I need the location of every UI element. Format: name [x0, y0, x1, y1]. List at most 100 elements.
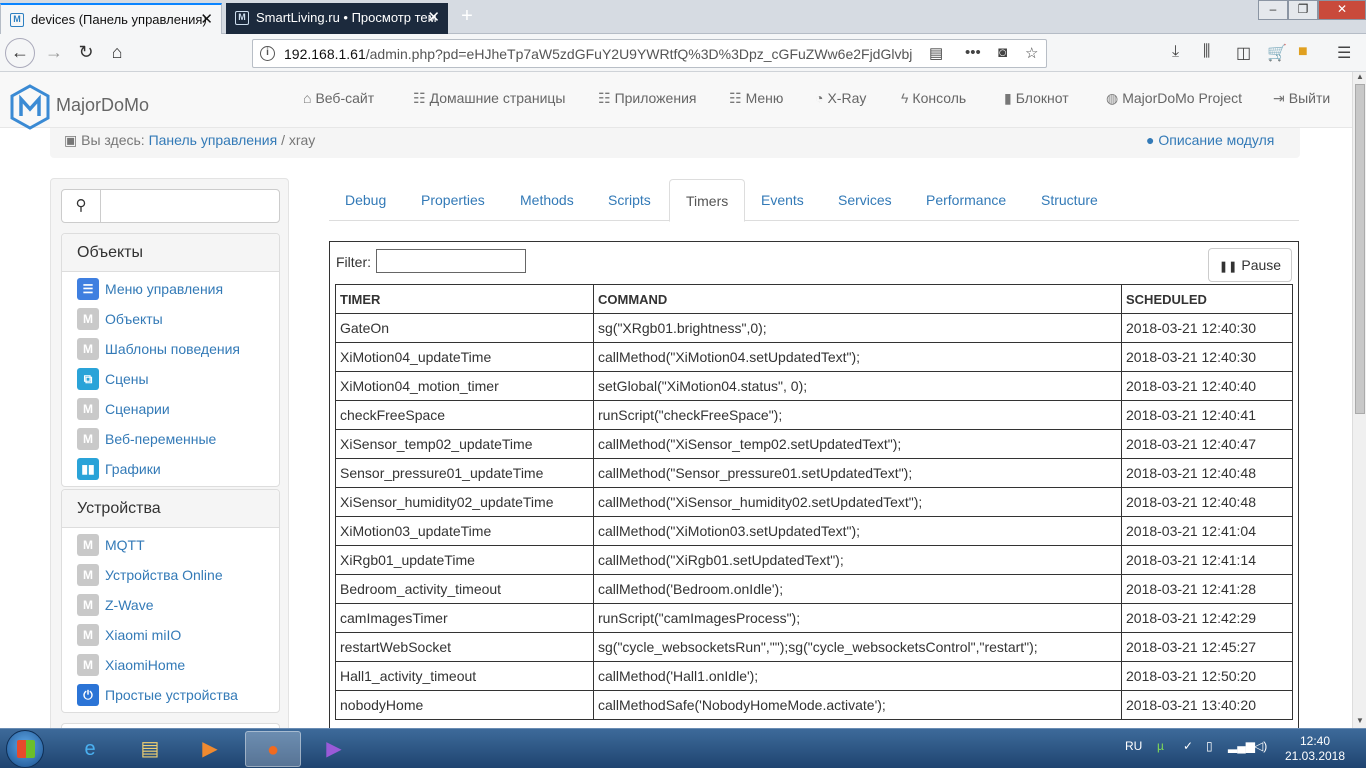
- panel-items: ☰ Меню управления M Объекты M Шаблоны повед…: [62, 272, 279, 486]
- table-body: GateOn sg("XRgb01.brightness",0); 2018-03-…: [335, 313, 1293, 720]
- sidebar-item-xiaomihome[interactable]: M XiaomiHome: [62, 650, 279, 680]
- menu-label: Веб-сайт: [315, 90, 375, 106]
- minimize-window-button[interactable]: –: [1258, 0, 1288, 20]
- tab-structure[interactable]: Structure: [1025, 179, 1114, 221]
- browser-tab-smartliving[interactable]: M SmartLiving.ru • Просмотр тем ✕: [226, 3, 448, 34]
- cell-command: setGlobal("XiMotion04.status", 0);: [593, 371, 1122, 401]
- tab-debug[interactable]: Debug: [329, 179, 402, 221]
- new-tab-button[interactable]: +: [456, 3, 478, 31]
- menu-home-pages[interactable]: ☷ Домашние страницы: [413, 90, 565, 107]
- chart-icon: ▮▮: [77, 458, 99, 480]
- volume-icon[interactable]: ◁): [1254, 739, 1267, 753]
- extension-icon[interactable]: ■: [1298, 43, 1308, 61]
- tab-properties[interactable]: Properties: [405, 179, 501, 221]
- visual-studio-icon: ▶: [326, 738, 342, 760]
- sidebar-item-scenes[interactable]: ⧉ Сцены: [62, 364, 279, 394]
- menu-website[interactable]: ⌂ Веб-сайт: [303, 90, 374, 106]
- taskbar-explorer[interactable]: ▤: [122, 731, 178, 767]
- hamburger-menu-icon[interactable]: ☰: [1337, 43, 1351, 63]
- reload-button[interactable]: ↻: [72, 39, 100, 67]
- browser-tab-devices[interactable]: M devices (Панель управления) ✕: [0, 3, 222, 34]
- browser-tab-bar: M devices (Панель управления) ✕ M SmartL…: [0, 0, 1366, 34]
- close-window-button[interactable]: ✕: [1318, 0, 1366, 20]
- menu-console[interactable]: ϟ Консоль: [901, 90, 966, 106]
- scroll-down-icon[interactable]: ▼: [1354, 716, 1366, 728]
- info-icon[interactable]: i: [260, 46, 275, 61]
- bookmark-star-icon[interactable]: ☆: [1025, 44, 1038, 62]
- cart-icon[interactable]: 🛒: [1267, 43, 1287, 63]
- menu-logout[interactable]: ⇥ Выйти: [1273, 90, 1330, 107]
- forward-button[interactable]: →: [40, 39, 68, 67]
- scroll-up-icon[interactable]: ▲: [1354, 72, 1366, 84]
- module-description-link[interactable]: ● Описание модуля: [1146, 132, 1274, 148]
- taskbar-ie[interactable]: e: [62, 731, 118, 767]
- sidebar-item-behavior-templates[interactable]: M Шаблоны поведения: [62, 334, 279, 364]
- pocket-icon[interactable]: ◙: [998, 44, 1007, 61]
- taskbar-clock[interactable]: 12:40 21.03.2018: [1280, 734, 1350, 764]
- brand-name[interactable]: MajorDoMo: [56, 95, 149, 116]
- grid-icon: ☷: [729, 90, 742, 106]
- menu-apps[interactable]: ☷ Приложения: [598, 90, 696, 107]
- sidebar-item-devices-online[interactable]: M Устройства Online: [62, 560, 279, 590]
- page-scrollbar[interactable]: ▲ ▼: [1352, 72, 1366, 728]
- menu-menu[interactable]: ☷ Меню: [729, 90, 783, 107]
- sidebar-item-web-variables[interactable]: M Веб-переменные: [62, 424, 279, 454]
- bolt-icon: ϟ: [901, 90, 909, 106]
- restore-window-button[interactable]: ❐: [1288, 0, 1318, 20]
- sidebar-item-simple-devices[interactable]: ⏻ Простые устройства: [62, 680, 279, 710]
- search-input[interactable]: [100, 189, 280, 223]
- timers-table: TIMER COMMAND SCHEDULED GateOn sg("XRgb01…: [335, 284, 1293, 720]
- dashboard-icon: ◔: [815, 90, 824, 106]
- close-tab-icon[interactable]: ✕: [200, 5, 213, 34]
- sidebar-toggle-icon[interactable]: ◫: [1236, 43, 1251, 63]
- tab-services[interactable]: Services: [822, 179, 908, 221]
- close-tab-icon[interactable]: ✕: [427, 3, 440, 33]
- majordomo-logo-icon[interactable]: [10, 84, 50, 130]
- library-icon[interactable]: ⫼: [1203, 43, 1210, 61]
- tab-events[interactable]: Events: [745, 179, 820, 221]
- filter-input[interactable]: [376, 249, 526, 273]
- taskbar-firefox[interactable]: ●: [245, 731, 301, 767]
- menu-label: Выйти: [1288, 90, 1331, 106]
- menu-label: Консоль: [912, 90, 967, 106]
- menu-xray[interactable]: ◔ X-Ray: [815, 90, 866, 106]
- sidebar-item-control-menu[interactable]: ☰ Меню управления: [62, 274, 279, 304]
- taskbar-media-player[interactable]: ▶: [182, 731, 238, 767]
- menu-notebook[interactable]: ▮ Блокнот: [1004, 90, 1069, 107]
- reader-view-icon[interactable]: ▤: [929, 44, 943, 62]
- cell-timer: XiSensor_humidity02_updateTime: [335, 487, 594, 517]
- downloads-icon[interactable]: ⤓: [1172, 43, 1179, 61]
- question-icon: ●: [1146, 132, 1159, 148]
- tray-status-icon[interactable]: ✓: [1183, 739, 1193, 753]
- sidebar-item-objects[interactable]: M Объекты: [62, 304, 279, 334]
- back-button[interactable]: ←: [5, 38, 35, 68]
- home-button[interactable]: ⌂: [103, 39, 131, 67]
- search-button[interactable]: ⚲: [61, 189, 101, 223]
- sidebar-item-mqtt[interactable]: M MQTT: [62, 530, 279, 560]
- pause-icon: ❚❚: [1218, 261, 1238, 273]
- utorrent-icon[interactable]: µ: [1157, 739, 1164, 753]
- more-actions-icon[interactable]: •••: [965, 44, 981, 61]
- sidebar-item-scripts[interactable]: M Сценарии: [62, 394, 279, 424]
- menu-majordomo-project[interactable]: ◍ MajorDoMo Project: [1106, 90, 1242, 107]
- tab-scripts[interactable]: Scripts: [592, 179, 667, 221]
- network-signal-icon[interactable]: ▂▄▆: [1228, 739, 1255, 753]
- breadcrumb-link-control-panel[interactable]: Панель управления: [149, 132, 278, 148]
- sidebar-item-xiaomi-miio[interactable]: M Xiaomi miIO: [62, 620, 279, 650]
- url-bar[interactable]: i 192.168.1.61/admin.php?pd=eHJheTp7aW5z…: [252, 39, 1047, 68]
- language-indicator[interactable]: RU: [1125, 739, 1142, 753]
- taskbar-visual-studio[interactable]: ▶: [306, 731, 362, 767]
- tab-performance[interactable]: Performance: [910, 179, 1022, 221]
- scrollbar-thumb[interactable]: [1355, 84, 1365, 414]
- tab-methods[interactable]: Methods: [504, 179, 590, 221]
- sidebar-item-charts[interactable]: ▮▮ Графики: [62, 454, 279, 484]
- tab-timers[interactable]: Timers: [669, 179, 746, 222]
- panel-title: Устройства: [62, 490, 279, 528]
- sidebar-item-zwave[interactable]: M Z-Wave: [62, 590, 279, 620]
- url-text[interactable]: 192.168.1.61/admin.php?pd=eHJheTp7aW5zdG…: [284, 46, 944, 62]
- pause-button[interactable]: ❚❚ Pause: [1208, 248, 1292, 282]
- sidebar-item-label: Веб-переменные: [105, 431, 217, 447]
- tray-device-icon[interactable]: ▯: [1206, 739, 1213, 753]
- table-row: GateOn sg("XRgb01.brightness",0); 2018-03-…: [335, 313, 1293, 343]
- start-button[interactable]: [6, 730, 44, 768]
